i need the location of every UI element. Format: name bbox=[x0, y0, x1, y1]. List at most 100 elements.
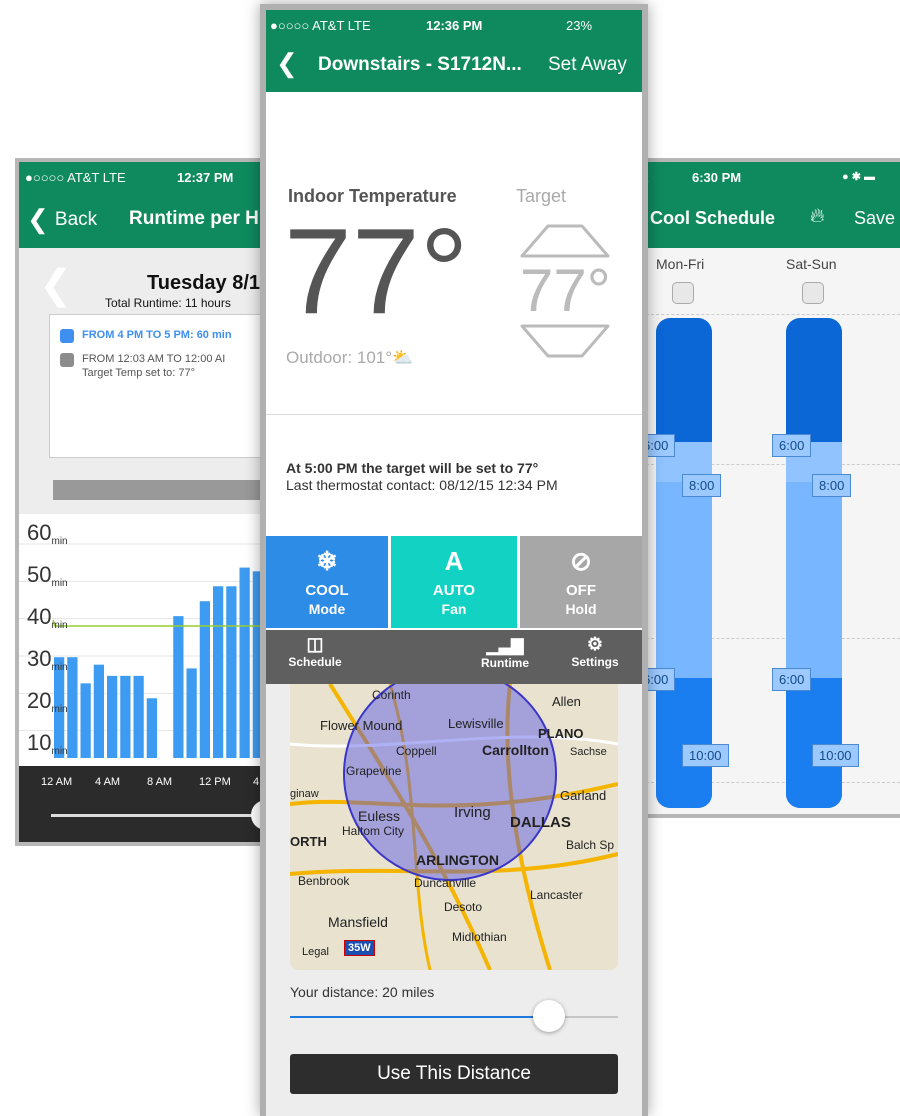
map-label: Allen bbox=[552, 694, 581, 709]
slot-label[interactable]: 8:00 bbox=[682, 474, 722, 497]
schedule-screen: E 6:30 PM ● ✱ ▬ Cool Schedule 🔥︎ Save Mo… bbox=[636, 158, 900, 818]
slot-band bbox=[656, 482, 712, 678]
map-label: PLANO bbox=[538, 726, 584, 741]
target-temp: 77° bbox=[520, 257, 611, 324]
satsun-checkbox[interactable] bbox=[802, 282, 824, 304]
tab-schedule[interactable]: ◫ Schedule bbox=[280, 630, 350, 682]
y-tick-label: 40min bbox=[27, 604, 68, 631]
status-bar: E 6:30 PM ● ✱ ▬ bbox=[636, 162, 900, 190]
nav-title: Cool Schedule bbox=[650, 208, 776, 228]
runtime-bar bbox=[67, 657, 78, 758]
carrier-text: ●○○○○ AT&T LTE bbox=[25, 170, 126, 185]
x-tick-label: 12 PM bbox=[199, 776, 231, 788]
thermostat-screen: ●○○○○ AT&T LTE 12:36 PM 23% ❮ Downstairs… bbox=[260, 4, 648, 1116]
runtime-bar bbox=[120, 675, 131, 758]
tab-label: Runtime bbox=[481, 656, 529, 670]
x-tick-label: 12 AM bbox=[41, 776, 73, 788]
nav-title: Runtime per H bbox=[129, 208, 259, 229]
slot-label[interactable]: 8:00 bbox=[812, 474, 852, 497]
last-contact: Last thermostat contact: 08/12/15 12:34 … bbox=[286, 477, 558, 493]
target-swatch bbox=[60, 353, 74, 367]
map-label: Duncanville bbox=[414, 876, 477, 890]
set-away-button[interactable]: Set Away bbox=[548, 54, 627, 76]
map-label: Garland bbox=[560, 788, 607, 803]
back-button[interactable]: ❮ Back bbox=[27, 204, 97, 235]
target-down-icon[interactable] bbox=[518, 320, 612, 362]
legend-target: FROM 12:03 AM TO 12:00 AI bbox=[82, 353, 226, 365]
distance-label: Your distance: 20 miles bbox=[290, 984, 435, 1000]
prev-day-icon[interactable]: ❮ bbox=[39, 262, 73, 308]
save-button[interactable]: Save bbox=[854, 208, 895, 229]
monfri-schedule-bar[interactable] bbox=[656, 318, 712, 808]
runtime-bar bbox=[80, 683, 91, 758]
target-label: Target bbox=[516, 186, 567, 206]
back-icon[interactable]: ❮ bbox=[276, 48, 298, 79]
geofence-map[interactable]: Corinth Flower Mound Lewisville Allen PL… bbox=[290, 684, 618, 970]
legend-card: FROM 4 PM TO 5 PM: 60 min FROM 12:03 AM … bbox=[49, 314, 265, 458]
hold-label: OFF bbox=[566, 582, 596, 599]
map-label: Flower Mound bbox=[320, 718, 403, 733]
mode-label: COOL bbox=[305, 582, 349, 599]
clock-text: 6:30 PM bbox=[692, 170, 742, 185]
carrier-text: ●○○○○ AT&T LTE bbox=[270, 18, 371, 33]
map-legal-link[interactable]: Legal bbox=[302, 946, 329, 958]
back-label: Back bbox=[54, 209, 98, 230]
slider-knob[interactable] bbox=[533, 1000, 566, 1032]
time-scrubber[interactable] bbox=[51, 814, 265, 817]
cloud-sun-icon: ⛅ bbox=[392, 348, 414, 367]
x-tick-label: 8 AM bbox=[147, 776, 173, 788]
map-label: DALLAS bbox=[510, 814, 571, 831]
battery-text: 23% bbox=[566, 18, 593, 33]
slot-label[interactable]: 6:00 bbox=[772, 434, 812, 457]
map-label: ORTH bbox=[290, 834, 327, 849]
use-distance-button[interactable]: Use This Distance bbox=[290, 1054, 618, 1094]
map-label: Coppell bbox=[396, 744, 437, 758]
map-label: Euless bbox=[358, 808, 401, 824]
slot-band bbox=[786, 482, 842, 678]
y-tick-label: 20min bbox=[27, 688, 68, 715]
runtime-screen: ●○○○○ AT&T LTE 12:37 PM ❮ Back Runtime p… bbox=[15, 158, 265, 846]
scrub-bar[interactable] bbox=[53, 480, 265, 500]
column-label-monfri: Mon-Fri bbox=[656, 256, 705, 272]
snowflake-icon: ❄ bbox=[316, 546, 338, 576]
map-label: Benbrook bbox=[298, 874, 350, 888]
fan-auto-button[interactable]: A AUTO Fan bbox=[391, 536, 517, 628]
geofence-panel: Corinth Flower Mound Lewisville Allen PL… bbox=[266, 684, 642, 1116]
slot-label[interactable]: 6:00 bbox=[772, 668, 812, 691]
map-label: Balch Sp bbox=[566, 838, 615, 852]
gear-icon: ⚙ bbox=[586, 634, 604, 654]
satsun-schedule-bar[interactable] bbox=[786, 318, 842, 808]
map-label: Irving bbox=[454, 804, 491, 821]
tab-settings[interactable]: ⚙ Settings bbox=[560, 630, 630, 682]
y-tick-label: 50min bbox=[27, 562, 68, 589]
fan-sub: Fan bbox=[441, 601, 467, 617]
tab-runtime[interactable]: ▁▃▇ Runtime bbox=[470, 630, 540, 682]
runtime-bar bbox=[107, 675, 118, 758]
x-tick-label: 4 bbox=[253, 776, 260, 788]
map-label: Lewisville bbox=[448, 716, 504, 731]
status-bar: ●○○○○ AT&T LTE 12:37 PM bbox=[19, 162, 265, 190]
map-label: Sachse bbox=[570, 746, 607, 758]
runtime-bar bbox=[213, 586, 224, 758]
monfri-checkbox[interactable] bbox=[672, 282, 694, 304]
schedule-grid: Mon-Fri Sat-Sun 6:00 8:00 6:00 10:00 6:0… bbox=[636, 248, 900, 814]
runtime-chart: 60min 50min 40min 30min 20min 10min bbox=[19, 514, 265, 766]
hold-off-button[interactable]: ⊘ OFF Hold bbox=[520, 536, 642, 628]
total-runtime: Total Runtime: 11 hours bbox=[105, 296, 231, 310]
runtime-bar bbox=[173, 616, 184, 758]
slot-label[interactable]: 10:00 bbox=[812, 744, 859, 767]
divider bbox=[266, 414, 642, 415]
slot-label[interactable]: 10:00 bbox=[682, 744, 729, 767]
clock-text: 12:37 PM bbox=[177, 170, 234, 185]
slot-band bbox=[656, 678, 712, 808]
map-label: Carrollton bbox=[482, 742, 549, 758]
tab-label: Settings bbox=[571, 655, 619, 669]
runtime-bar bbox=[93, 664, 104, 758]
map-label: Corinth bbox=[372, 688, 411, 702]
runtime-bar bbox=[226, 586, 237, 758]
map-label: Grapevine bbox=[346, 764, 402, 778]
column-label-satsun: Sat-Sun bbox=[786, 256, 837, 272]
flame-icon[interactable]: 🔥︎ bbox=[810, 205, 825, 228]
mode-cool-button[interactable]: ❄ COOL Mode bbox=[266, 536, 388, 628]
distance-slider[interactable] bbox=[290, 1000, 618, 1032]
